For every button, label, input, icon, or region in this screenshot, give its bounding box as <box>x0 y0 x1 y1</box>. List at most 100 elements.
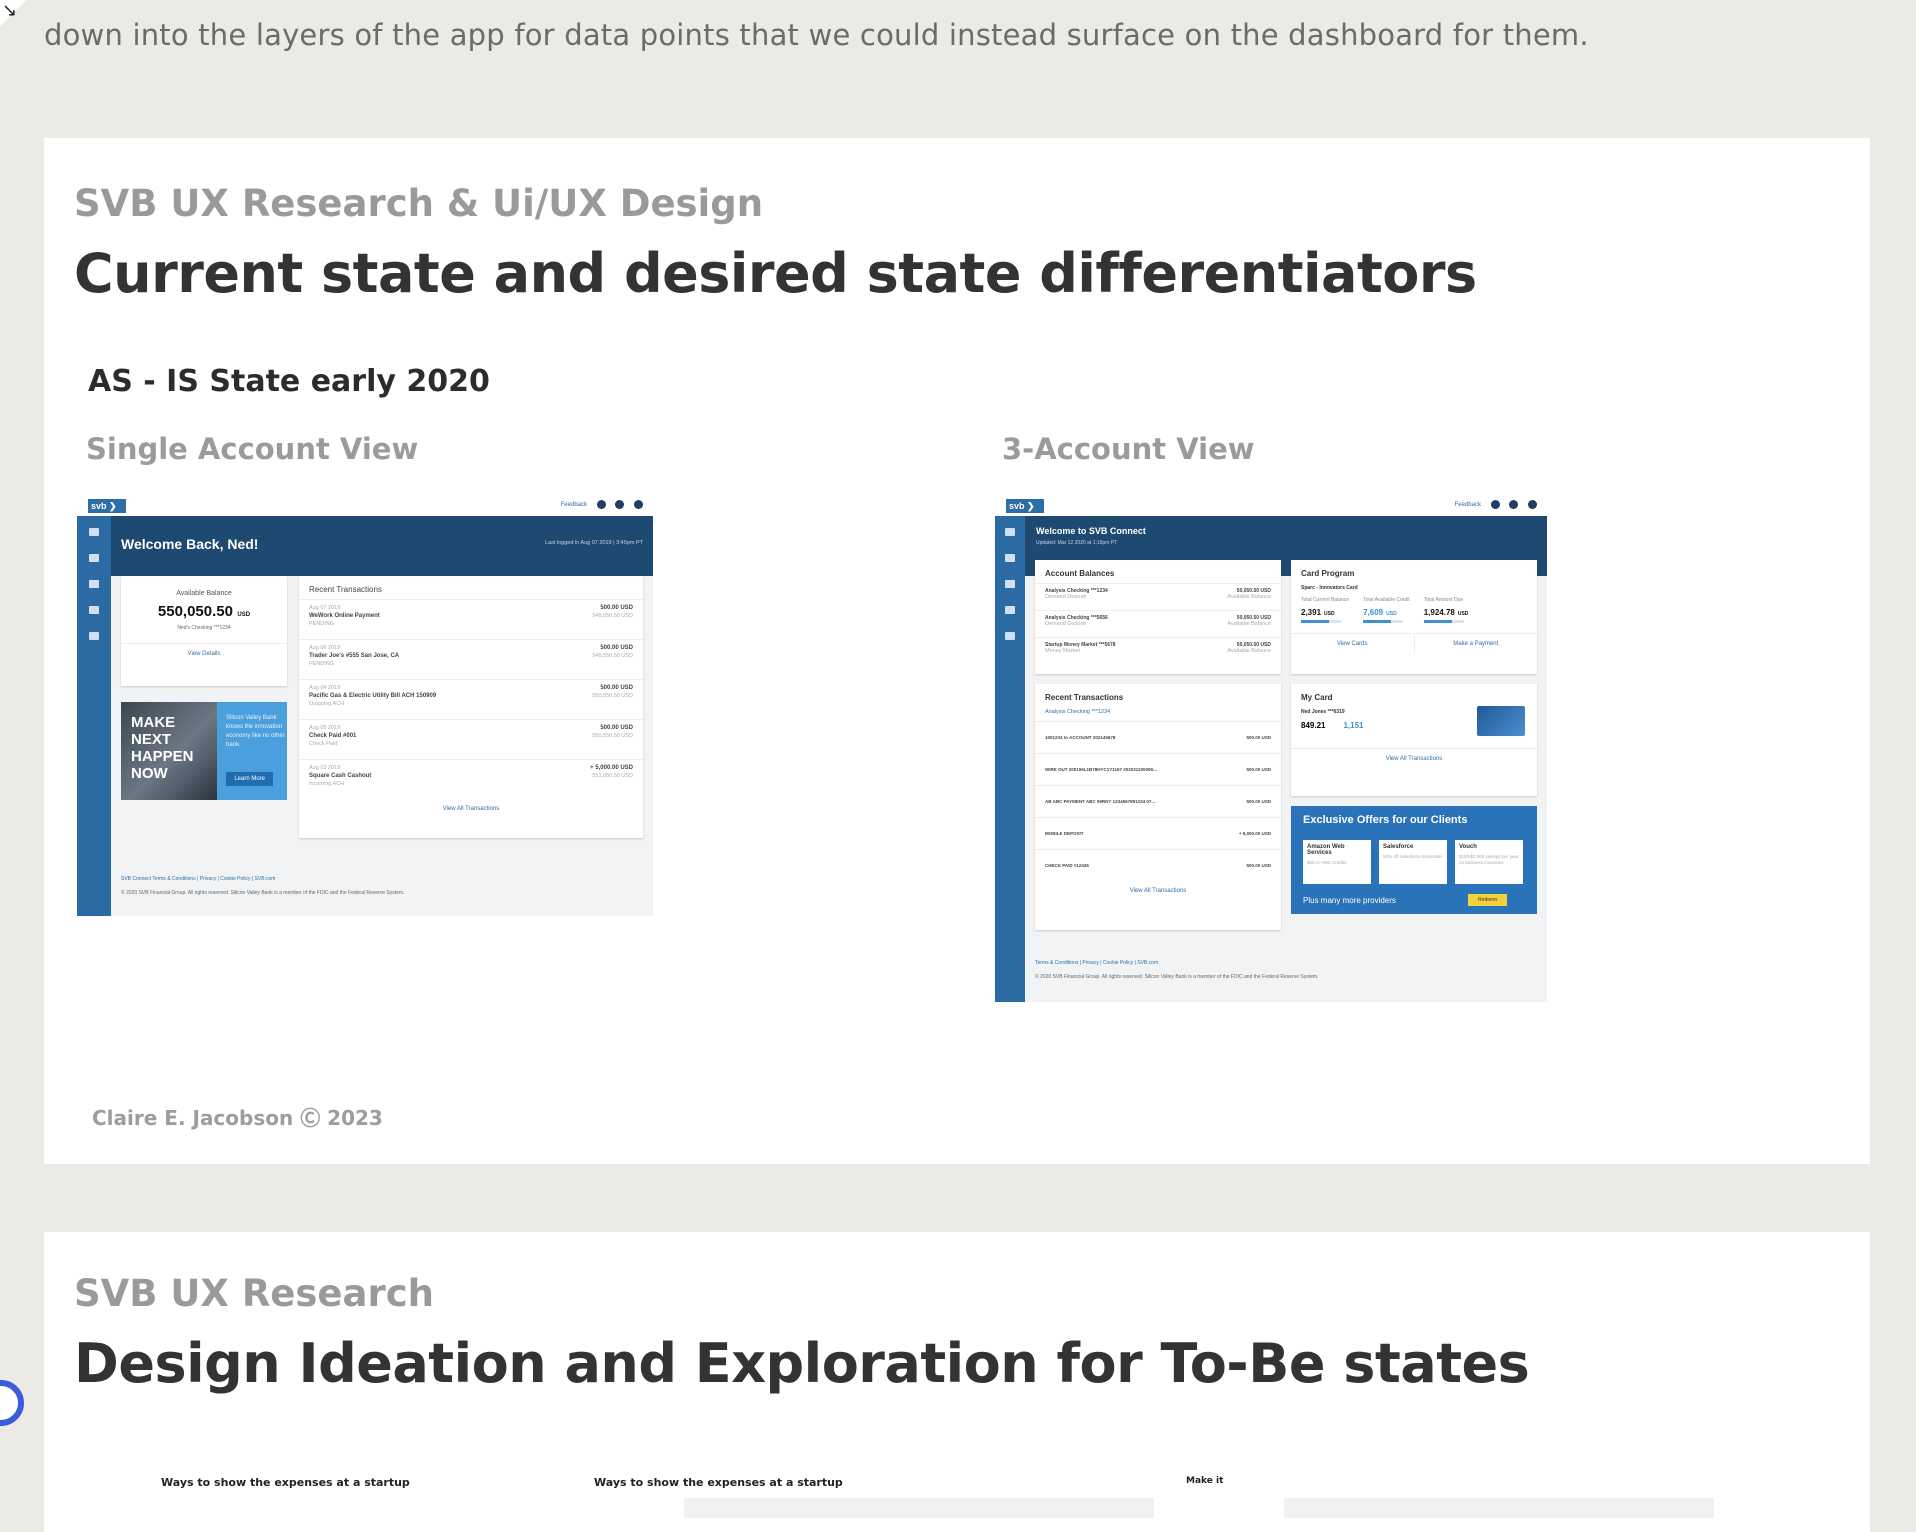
offer-tile[interactable]: Amazon Web Services $5K in AWS Credits <box>1303 840 1371 884</box>
balance-panel: Available Balance 550,050.50 USD Ned's C… <box>121 576 287 686</box>
make-payment-link[interactable]: Make a Payment <box>1415 634 1538 654</box>
transaction-status: Outgoing ACH <box>309 701 345 707</box>
my-card-title: My Card <box>1301 693 1333 702</box>
account-amounts: 50,050.50 USD Available Balance <box>1227 642 1271 660</box>
account-info: Startup Money Market ***5678 Money Market <box>1045 642 1116 660</box>
card-program-panel: Card Program Sparc - Innovators Card Tot… <box>1291 560 1537 674</box>
transaction-row[interactable]: MOBILE DEPOSIT + 5,000.00 USD <box>1035 817 1281 849</box>
case-study-card-current-state: SVB UX Research & Ui/UX Design Current s… <box>44 138 1870 1164</box>
transaction-amount: 500.00 USD <box>600 725 633 731</box>
account-type: Demand Deposit <box>1045 594 1086 600</box>
account-row[interactable]: Startup Money Market ***5678 Money Market… <box>1035 637 1281 664</box>
transactions-panel: Recent Transactions Aug 07 2019 WeWork On… <box>299 576 643 838</box>
transaction-row[interactable]: 1001234 to ACCOUNT 202145678 500.00 USD <box>1035 721 1281 753</box>
svb-logo: svb ❯ <box>88 499 126 513</box>
view-details-link[interactable]: View Details <box>121 643 287 664</box>
transaction-info: Aug 06 2019 Trader Joe's #555 San Jose, C… <box>309 645 399 674</box>
transaction-info: Aug 03 2019 Square Cash Cashout Incoming A… <box>309 765 371 794</box>
card-icon <box>1005 580 1015 588</box>
promo-banner: MAKE NEXT HAPPEN NOW Silicon Valley Bank… <box>121 702 287 800</box>
account-label: Available Balance <box>1227 648 1271 654</box>
transaction-date: Aug 06 2019 <box>309 645 341 651</box>
account-filter[interactable]: Analysis Checking ***1234 <box>1035 707 1281 721</box>
view-all-transactions-link[interactable]: View All Transactions <box>1035 881 1281 901</box>
card-transactions-link[interactable]: View All Transactions <box>1291 748 1537 769</box>
sketch-label: Make it <box>1186 1476 1224 1486</box>
mock-topbar: svb ❯ Feedback <box>77 496 653 516</box>
sketch-preview <box>684 1498 1154 1518</box>
welcome-text: Welcome Back, Ned! <box>121 536 259 552</box>
transaction-row[interactable]: Aug 07 2019 WeWork Online Payment PENDING 5… <box>299 599 643 639</box>
three-account-view-label: 3-Account View <box>1002 432 1255 466</box>
transaction-row[interactable]: Aug 05 2019 Check Paid #001 Check Paid 500.… <box>299 719 643 759</box>
view-cards-link[interactable]: View Cards <box>1291 634 1415 654</box>
card-stat-value-wrap: 2,391 USD <box>1301 608 1349 617</box>
footer-links[interactable]: Terms & Conditions | Privacy | Cookie Po… <box>1035 960 1158 966</box>
documents-icon <box>89 632 99 640</box>
card-stat-bar <box>1363 620 1404 623</box>
transaction-info: Aug 05 2019 Check Paid #001 Check Paid <box>309 725 356 754</box>
card-eyebrow: SVB UX Research <box>74 1272 435 1315</box>
transaction-amount: 500.00 USD <box>1246 799 1271 804</box>
footer-links[interactable]: SVB Connect Terms & Conditions | Privacy… <box>121 876 275 882</box>
view-all-transactions-link[interactable]: View All Transactions <box>299 799 643 819</box>
welcome-text: Welcome to SVB Connect <box>1036 526 1146 536</box>
transaction-name: Square Cash Cashout <box>309 773 372 779</box>
card-stat-value: 1,924.78 <box>1423 608 1455 617</box>
card-stat: Total Current Balance 2,391 USD <box>1301 597 1349 623</box>
redeem-button[interactable]: Redeem <box>1468 894 1507 906</box>
offer-name: Amazon Web Services <box>1307 844 1345 856</box>
transaction-name: WIRE OUT 200106L1B78HYC1Y1167 2020311000… <box>1045 767 1157 772</box>
transaction-amount: 500.00 USD <box>1246 735 1271 740</box>
card-stat-bar <box>1301 620 1341 623</box>
transaction-name: Trader Joe's #555 San Jose, CA <box>309 653 400 659</box>
copyright: © 2020 SVB Financial Group. All rights r… <box>1035 974 1319 980</box>
transaction-balance: 550,550.50 USD <box>592 733 633 739</box>
transaction-amounts: 500.00 USD 549,050.50 USD <box>592 605 633 634</box>
learn-more-button[interactable]: Learn More <box>226 772 273 786</box>
transaction-amounts: + 5,000.00 USD 551,050.50 USD <box>590 765 633 794</box>
mock-sidebar <box>995 516 1025 1002</box>
transaction-name: 1001234 to ACCOUNT 202145678 <box>1045 735 1116 740</box>
transaction-row[interactable]: Aug 06 2019 Trader Joe's #555 San Jose, C… <box>299 639 643 679</box>
offer-desc: $5K in AWS Credits <box>1307 860 1347 865</box>
last-login: Last logged in Aug 07 2019 | 3:45pm PT <box>544 540 643 546</box>
transaction-amount: 500.00 USD <box>600 605 633 611</box>
card-spend: 1,151 <box>1343 721 1364 730</box>
feedback-icon <box>596 500 606 509</box>
account-amounts: 50,050.50 USD Available Balance <box>1227 615 1271 633</box>
account-type: Money Market <box>1045 648 1080 654</box>
transaction-status: Incoming ACH <box>309 781 345 787</box>
offer-name: Salesforce <box>1383 844 1414 850</box>
transaction-row[interactable]: AB ABC PAYMENT ABC 09RNY 1234567891234 0… <box>1035 785 1281 817</box>
transaction-amount: 500.00 USD <box>600 685 633 691</box>
card-stat-unit: USD <box>1386 611 1397 617</box>
card-stat-value: 2,391 <box>1301 608 1322 617</box>
svb-logo: svb ❯ <box>1006 499 1044 513</box>
user-icon <box>634 500 643 509</box>
transaction-row[interactable]: Aug 03 2019 Square Cash Cashout Incoming A… <box>299 759 643 799</box>
sketch-preview <box>1284 1498 1714 1518</box>
promo-text: Silicon Valley Bank knows the innovation… <box>226 715 285 748</box>
card-eyebrow: SVB UX Research & Ui/UX Design <box>74 182 764 225</box>
account-info: Analysis Checking ***5656 Demand Deposit <box>1045 615 1108 633</box>
account-row[interactable]: Analysis Checking ***5656 Demand Deposit 5… <box>1035 610 1281 637</box>
transaction-name: Check Paid #001 <box>309 733 357 739</box>
chat-widget-icon[interactable] <box>0 1380 24 1426</box>
transaction-date: Aug 04 2019 <box>309 685 341 691</box>
card-stat: Total Amount Due 1,924.78 USD <box>1423 597 1468 623</box>
offer-tile[interactable]: Salesforce 50% off Salesforce Essentials <box>1379 840 1447 884</box>
transaction-info: Aug 07 2019 WeWork Online Payment PENDING <box>309 605 380 634</box>
balance-label: Available Balance <box>176 590 232 597</box>
transaction-amount: + 5,000.00 USD <box>1238 831 1271 836</box>
card-stat-label: Total Amount Due <box>1423 597 1464 603</box>
card-stat-label: Total Current Balance <box>1301 597 1350 603</box>
account-info: Analysis Checking ***1234 Demand Deposit <box>1045 588 1108 606</box>
transaction-row[interactable]: CHECK PAID #12345 500.00 USD <box>1035 849 1281 881</box>
expand-corner-icon[interactable]: ↘ <box>0 0 26 26</box>
transaction-row[interactable]: Aug 04 2019 Pacific Gas & Electric Utilit… <box>299 679 643 719</box>
account-row[interactable]: Analysis Checking ***1234 Demand Deposit 5… <box>1035 583 1281 610</box>
offer-tile[interactable]: Vouch $100-$2,500 savings per year on bus… <box>1455 840 1523 884</box>
offers-title: Exclusive Offers for our Clients <box>1303 814 1468 826</box>
transaction-row[interactable]: WIRE OUT 200106L1B78HYC1Y1167 2020311000… <box>1035 753 1281 785</box>
